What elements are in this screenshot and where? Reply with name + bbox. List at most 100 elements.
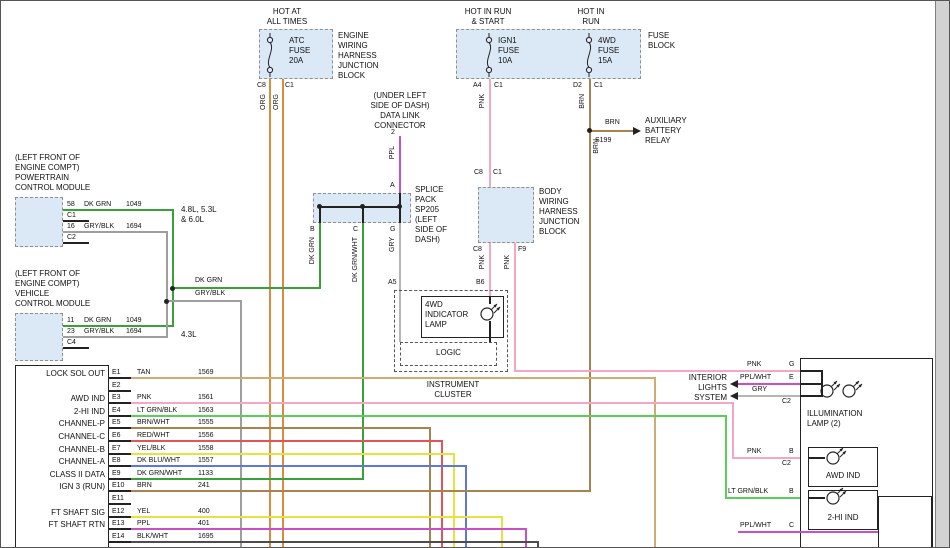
arrow-left-icon [730,380,738,388]
wire-dkgrn-trunk-h [172,287,321,289]
wire-dkgrn [319,223,321,288]
wire-ppl-e13-v [525,528,527,548]
arrow-left-icon [730,392,738,400]
pcm-box [15,197,63,247]
wire-label-brn-below: BRN [593,139,600,154]
data-link-connector-label: (UNDER LEFT SIDE OF DASH) DATA LINK CONN… [368,91,432,131]
body-junction-label: BODY WIRING HARNESS JUNCTION BLOCK [539,187,579,237]
pin-stub [109,490,131,492]
row-label: LOCK SOL OUT [17,369,105,379]
lamp-stub [489,296,491,304]
hi2-ind-label: 2-HI IND [808,513,878,523]
splice-dot [397,204,402,209]
interior-lights-label: INTERIOR LIGHTS SYSTEM [677,373,727,403]
pin-stub [109,440,131,442]
splice-stub [399,208,401,223]
splice-pin-b: B [310,226,315,235]
wire-label-ltgrn-b: LT GRN/BLK [728,488,768,497]
junction-dot [164,299,169,304]
pin-g: G [789,361,794,370]
pin-stub [109,427,131,429]
wire-label-dkgrnwht: DK GRN/WHT [352,237,359,282]
wiring-diagram: HOT AT ALL TIMES HOT IN RUN & START HOT … [0,0,950,548]
engine-junction-label: ENGINE WIRING HARNESS JUNCTION BLOCK [338,31,378,81]
wire-label-org-2: ORG [273,94,280,110]
wire-dkgrn-trunk-v [172,209,174,327]
row-label: AWD IND [17,394,105,404]
pin-c: C [789,522,794,531]
wire-ltgrn-e4-h2 [725,497,808,499]
wire-label-gryblk-trunk: GRY/BLK [195,290,225,299]
awd-stub [809,457,825,459]
splice-dot [317,204,322,209]
hi2-indicator-lamp-icon [825,486,849,510]
wire-brn-relay-branch [589,130,635,132]
inner-right-box [878,496,932,548]
wire-brn-e10 [131,490,591,492]
junction-dot [170,286,175,291]
wire-label-pplwht-e: PPL/WHT [740,374,771,383]
wire-tan-e1 [131,377,656,379]
conn-stub [63,220,89,222]
wire-label-pnk-b: PNK [747,448,761,457]
aux-battery-relay-label: AUXILIARY BATTERY RELAY [645,116,687,146]
wire-label-dkgrn-trunk: DK GRN [195,277,222,286]
logic-label: LOGIC [400,348,497,358]
pin-stub [109,528,131,530]
pin-stub [109,415,131,417]
fuse-icon [482,33,496,77]
wire-yelblk-e7-v [453,453,455,548]
splice-dot [360,204,365,209]
pin-c1: C1 [494,82,503,91]
illumination-lamp-label: ILLUMINATION LAMP (2) [807,409,862,429]
row-label: CHANNEL-B [17,445,105,455]
body-junction-box [478,187,534,243]
pin-d2: D2 [573,82,582,91]
pin-stub [109,402,131,404]
awd-indicator-lamp-icon [825,446,849,470]
pin-b: B [789,448,794,457]
wire-pnk-lamp [489,243,491,296]
wire-label-pnk-right: PNK [504,255,511,269]
conn-stub [63,347,89,349]
wire-ltgrn-e4-v [725,415,727,499]
row-label: CLASS II DATA [17,470,105,480]
wire-label-pnk: PNK [479,94,486,108]
wire-pnk-e3-v [732,402,734,459]
wire-dkblu-e8-v [465,465,467,548]
illumination-lamp-icon [819,379,843,403]
wire-pnk-illum-h [514,370,801,372]
pin-c1-top: C1 [493,169,502,178]
atc-fuse-label: ATC FUSE 20A [289,36,310,66]
row-label: CHANNEL-P [17,419,105,429]
pin-stub [109,516,131,518]
wire-dkgrn-vcm [63,325,173,327]
row-label: FT SHAFT RTN [17,520,105,530]
hot-all-times-label: HOT AT ALL TIMES [257,7,317,27]
pin-stub [109,465,131,467]
wire-ltgrn-e4 [131,415,727,417]
row-label: CHANNEL-A [17,457,105,467]
pcm-engines-label: 4.8L, 5.3L & 6.0L [181,205,217,225]
wire-label-dkgrn: DK GRN [309,237,316,264]
wire-brnwht-e5 [131,427,431,429]
wire-blkwht-e14-v [537,541,539,548]
hi2-stub [809,497,825,499]
splice-stub [362,208,364,223]
row-label: FT SHAFT SIG [17,508,105,518]
pin-c8-bot: C8 [473,246,482,255]
fuse-icon [263,33,277,77]
vcm-engines-label: 4.3L [181,330,197,340]
row-label: CHANNEL-C [17,432,105,442]
fuse-icon [582,33,596,77]
wire-gryblk-trunk-h [166,300,242,302]
pin-c1: C1 [285,82,294,91]
vcm-location-label: (LEFT FRONT OF ENGINE COMPT) VEHICLE CON… [15,269,90,309]
wire-gry-c2-h [738,395,801,397]
wire-ppl-dlc [399,136,401,193]
wire-pnk-illum [514,243,516,372]
wire-label-ppl: PPL [389,146,396,159]
splice-pin-c: C [353,226,358,235]
window-edge-strip [935,1,950,548]
wire-yel-e12-v [501,516,503,548]
